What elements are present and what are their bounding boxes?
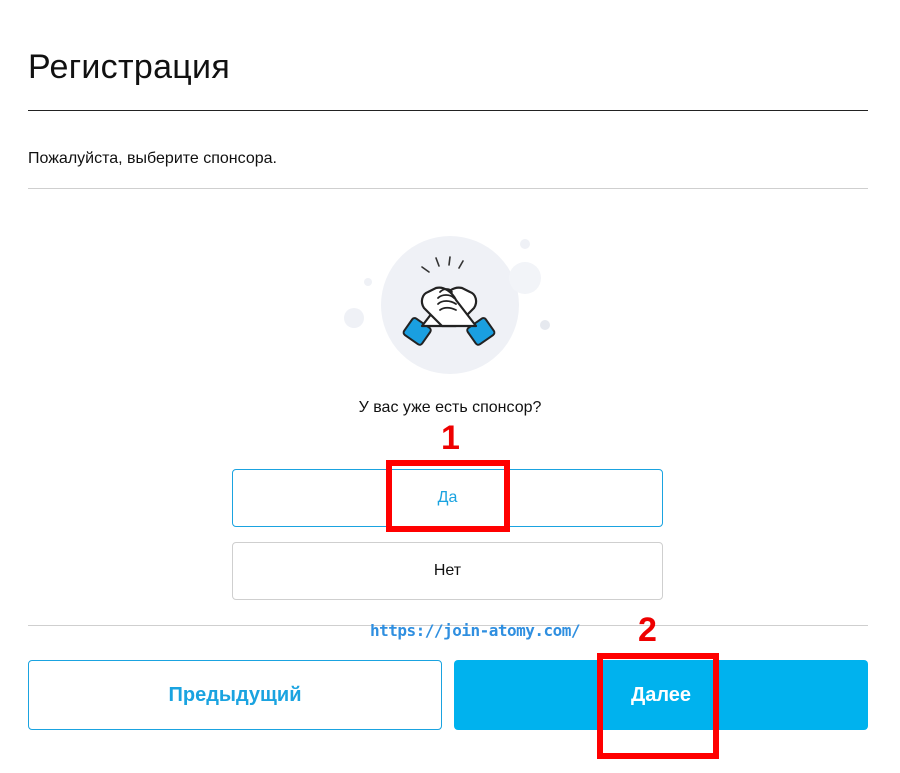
annotation-box-2	[597, 653, 719, 759]
sponsor-question: У вас уже есть спонсор?	[358, 399, 542, 416]
annotation-number-2: 2	[638, 611, 657, 649]
annotation-box-1	[386, 460, 510, 532]
title-divider	[28, 110, 868, 111]
subtitle-divider	[28, 188, 868, 189]
page-subtitle: Пожалуйста, выберите спонсора.	[28, 150, 277, 167]
registration-page: Регистрация Пожалуйста, выберите спонсор…	[0, 0, 900, 773]
handshake-illustration	[330, 230, 570, 380]
previous-button-label: Предыдущий	[168, 683, 302, 706]
no-option-button[interactable]: Нет	[232, 542, 663, 600]
previous-button[interactable]: Предыдущий	[28, 660, 442, 730]
page-title: Регистрация	[28, 48, 231, 86]
handshake-icon	[344, 236, 550, 374]
watermark-url: https://join-atomy.com/	[370, 621, 581, 640]
annotation-number-1: 1	[441, 419, 460, 457]
no-option-label: Нет	[433, 562, 462, 579]
